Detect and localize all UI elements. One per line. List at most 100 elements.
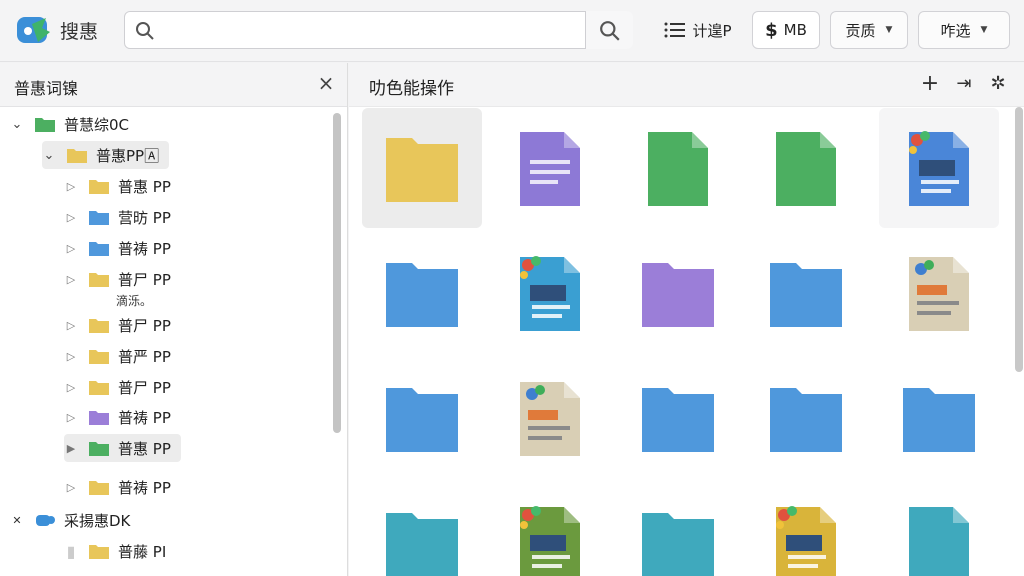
sidebar-item[interactable]: ▷ 普严 PP [64,342,171,370]
search-button[interactable] [585,11,633,49]
chevron-down-icon: ▼ [885,25,893,35]
main-title: 叻色能操作 [369,79,454,99]
cloud-icon [36,515,55,526]
close-icon[interactable]: × [316,73,336,93]
folder-icon [642,388,714,452]
grid-folder-item[interactable] [879,358,999,478]
folder-icon [67,149,87,163]
sidebar-item-label: 普祷 PP [118,239,171,258]
filter-dropdown[interactable]: 贡质 ▼ [830,11,908,49]
sidebar-item-label: 采揚惠DK [64,511,131,530]
file-manager-window: 搜惠 计遑P $ MB 贡质 ▼ 咋选 ▼ 普惠词镍 × ⌄ 普慧综0C ⌄ 普… [0,0,1024,576]
folder-icon [89,180,109,194]
grid-file-item[interactable] [490,358,610,478]
sidebar-header: 普惠词镍 × [0,63,347,107]
grid-file-item[interactable] [618,108,738,228]
grid-file-item[interactable] [490,108,610,228]
sidebar-item[interactable]: ⌄ 普惠PP🄰 [42,141,170,169]
collapse-icon[interactable]: ⇥ [951,71,977,97]
main-panel: 叻色能操作 + ⇥ ✲ [349,63,1024,576]
grid-file-item[interactable] [879,483,999,576]
list-view-button[interactable]: 计遑P [652,11,744,49]
folder-icon [89,242,109,256]
sidebar-item[interactable]: ▷ 普尸 PP [64,311,171,339]
document-icon [776,506,836,576]
sidebar-item-label: 普尸 PP [118,378,171,397]
top-toolbar: 搜惠 计遑P $ MB 贡质 ▼ 咋选 ▼ [0,0,1024,62]
add-icon[interactable]: + [917,71,943,97]
folder-icon [386,138,458,202]
chevron-down-icon[interactable]: ⌄ [10,117,24,132]
sidebar-item[interactable]: ▷ 普惠 PP [64,172,171,200]
grid-folder-item[interactable] [362,233,482,353]
sidebar-item-label: 普惠 PP [118,439,171,458]
grid-folder-item[interactable] [362,483,482,576]
folder-icon [903,388,975,452]
sidebar-item[interactable]: ▷ 普祷 PP [64,234,171,262]
grid-file-item[interactable] [490,483,610,576]
storage-button[interactable]: $ MB [752,11,820,49]
grid-folder-item[interactable] [746,233,866,353]
grid-file-item[interactable] [746,108,866,228]
folder-icon [89,319,109,333]
folder-icon [89,273,109,287]
file-icon[interactable]: ▮ [64,542,78,561]
chevron-right-icon[interactable]: ▶ [64,442,78,455]
sidebar-item[interactable]: ▶ 普惠 PP [64,434,181,462]
sidebar-item[interactable]: ▷ 普祷 PP [64,473,171,501]
pin-icon[interactable]: ✲ [985,71,1011,97]
grid-folder-item[interactable] [362,108,482,228]
sidebar-item-label: 普尸 PP [118,270,171,289]
folder-icon [386,263,458,327]
grid-file-item[interactable] [746,483,866,576]
grid-file-item[interactable] [490,233,610,353]
chevron-right-icon[interactable]: ▷ [64,319,78,332]
sidebar-item[interactable]: ▮ 普藤 PI [64,537,167,565]
grid-folder-item[interactable] [746,358,866,478]
chevron-right-icon[interactable]: ▷ [64,481,78,494]
sidebar-item-label: 普尸 PP [118,316,171,335]
chevron-right-icon[interactable]: ▷ [64,242,78,255]
grid-folder-item[interactable] [618,483,738,576]
document-icon [520,256,580,331]
folder-icon [386,513,458,576]
document-icon [776,132,836,206]
grid-folder-item[interactable] [618,358,738,478]
chevron-down-icon[interactable]: ⌄ [42,148,56,163]
document-icon [520,506,580,576]
folder-icon [89,211,109,225]
storage-label: MB [783,21,807,39]
sidebar-item[interactable]: ▷ 普祷 PP [64,403,171,431]
sidebar-item[interactable]: ▷ 普尸 PP [64,265,171,293]
filter-dropdown-label: 贡质 [845,21,876,40]
grid-file-item[interactable] [879,233,999,353]
chevron-right-icon[interactable]: ▷ [64,180,78,193]
chevron-right-icon[interactable]: ▷ [64,350,78,363]
folder-icon [770,263,842,327]
sort-dropdown[interactable]: 咋选 ▼ [918,11,1010,49]
sidebar-item[interactable]: ✕ 采揚惠DK [10,506,130,534]
list-view-label: 计遑P [692,21,732,40]
app-name: 搜惠 [60,21,99,43]
sidebar-scrollbar[interactable] [333,113,341,433]
chevron-right-icon[interactable]: ▷ [64,273,78,286]
search-input[interactable] [163,16,583,44]
folder-icon [89,381,109,395]
grid-folder-item[interactable] [618,233,738,353]
dollar-icon: $ [765,19,778,41]
folder-icon [89,481,109,495]
chevron-right-icon[interactable]: ▷ [64,411,78,424]
document-icon [520,132,580,206]
grid-file-item[interactable] [879,108,999,228]
sidebar-item[interactable]: ⌄ 普慧综0C [10,110,129,138]
main-scrollbar[interactable] [1015,107,1023,372]
sidebar-item[interactable]: ▷ 普尸 PP [64,373,171,401]
chevron-right-icon[interactable]: ▷ [64,381,78,394]
chevron-right-icon[interactable]: ▷ [64,211,78,224]
search-icon [136,22,154,40]
close-icon[interactable]: ✕ [10,514,24,527]
sidebar-item[interactable]: ▷ 营昉 PP [64,203,171,231]
folder-icon [770,388,842,452]
document-icon [648,132,708,206]
grid-folder-item[interactable] [362,358,482,478]
